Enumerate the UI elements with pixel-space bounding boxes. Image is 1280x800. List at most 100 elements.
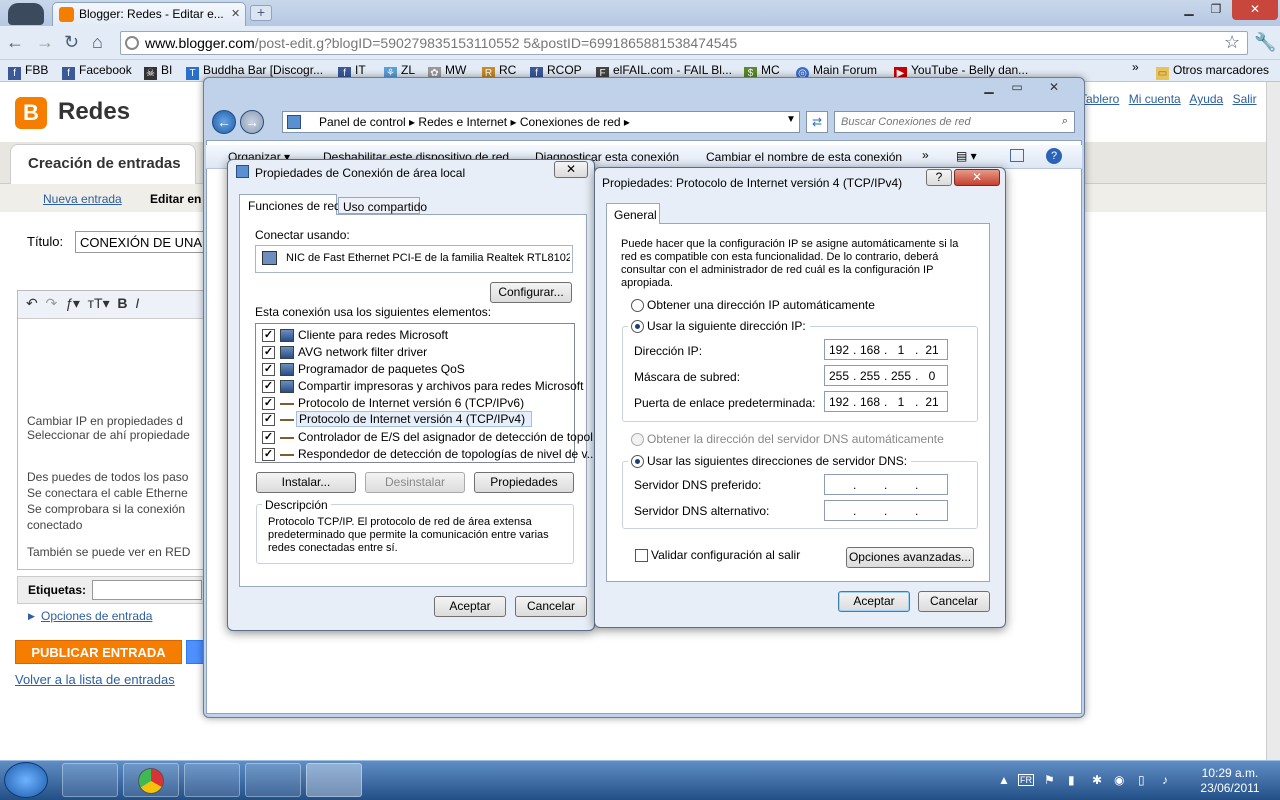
explorer-forward-icon[interactable]: → [240, 110, 264, 134]
list-item[interactable]: ✓ Compartir impresoras y archivos para re… [262, 379, 583, 395]
link-dashboard[interactable]: Tablero [1080, 92, 1119, 106]
security-icon[interactable]: ◉ [1114, 773, 1124, 787]
explorer-address-bar[interactable]: Panel de control ▸ Redes e Internet ▸ Co… [282, 111, 800, 133]
uninstall-button[interactable]: Desinstalar [365, 472, 465, 493]
new-tab-button[interactable]: + [250, 5, 272, 21]
ipv4-ok-button[interactable]: Aceptar [838, 591, 910, 612]
restore-button[interactable]: ❐ [1204, 0, 1228, 20]
taskbar-chrome-icon[interactable] [123, 763, 179, 797]
bookmark-fbb[interactable]: f FBB [8, 63, 48, 80]
explorer-search-input[interactable]: Buscar Conexiones de red ⌕ [834, 111, 1075, 133]
action-center-icon[interactable]: ⚑ [1044, 773, 1055, 787]
volume-icon[interactable]: ♪ [1162, 773, 1168, 787]
close-tab-icon[interactable]: ✕ [231, 7, 240, 20]
bold-icon[interactable]: B [117, 295, 127, 311]
list-item[interactable]: ✓ Respondedor de detección de topologías … [262, 447, 597, 463]
dns-preferred-field[interactable]: ... [824, 474, 948, 495]
install-button[interactable]: Instalar... [256, 472, 356, 493]
list-item[interactable]: ✓ AVG network filter driver [262, 345, 562, 361]
edit-entries-label[interactable]: Editar en [150, 192, 201, 206]
preview-pane-icon[interactable] [1010, 149, 1024, 162]
refresh-icon[interactable]: ⇄ [806, 111, 828, 133]
bookmark-bi[interactable]: ☠ BI [144, 63, 172, 80]
expand-arrow-icon[interactable]: ▶ [28, 611, 35, 622]
subnet-mask-field[interactable]: 255. 255. 255. 0 [824, 365, 948, 386]
back-to-list-link[interactable]: Volver a la lista de entradas [15, 672, 175, 687]
network-signal-icon[interactable]: ▮ [1068, 773, 1075, 787]
explorer-close-button[interactable]: ✕ [1032, 78, 1076, 98]
ipv4-cancel-button[interactable]: Cancelar [918, 591, 990, 612]
reload-icon[interactable]: ↻ [64, 32, 79, 53]
lan-close-button[interactable]: ✕ [554, 161, 588, 178]
auto-ip-label[interactable]: Obtener una dirección IP automáticamente [647, 298, 875, 312]
use-dns-radio[interactable] [631, 455, 644, 468]
auto-dns-radio[interactable] [631, 433, 644, 446]
item-checkbox[interactable]: ✓ [262, 329, 275, 342]
rename-command[interactable]: Cambiar el nombre de esta conexión [706, 150, 902, 164]
list-item[interactable]: ✓ Protocolo de Internet versión 6 (TCP/IP… [262, 396, 562, 412]
labels-input[interactable] [92, 580, 202, 600]
validate-checkbox[interactable] [635, 549, 648, 562]
lan-ok-button[interactable]: Aceptar [434, 596, 506, 617]
tab-general[interactable]: General [606, 203, 660, 224]
item-checkbox[interactable]: ✓ [262, 413, 275, 426]
item-checkbox[interactable]: ✓ [262, 397, 275, 410]
battery-icon[interactable]: ▯ [1138, 773, 1145, 787]
post-title-input[interactable]: CONEXIÓN DE UNA [75, 231, 205, 253]
use-ip-radio[interactable] [631, 320, 644, 333]
minimize-button[interactable]: ▁ [1176, 0, 1202, 20]
tab-post-creation[interactable]: Creación de entradas [10, 144, 196, 184]
ip-address-field[interactable]: 192. 168. 1. 21 [824, 339, 948, 360]
use-ip-label[interactable]: Usar la siguiente dirección IP: [647, 319, 810, 333]
auto-ip-radio[interactable] [631, 299, 644, 312]
show-hidden-icons[interactable]: ▲ [998, 773, 1010, 787]
help-icon[interactable]: ? [1046, 148, 1062, 164]
search-icon[interactable]: ⌕ [1062, 115, 1068, 128]
browser-tab[interactable]: Blogger: Redes - Editar e... ✕ [52, 2, 246, 26]
taskbar-control-panel-icon[interactable] [306, 763, 362, 797]
ipv4-help-button[interactable]: ? [926, 169, 952, 186]
list-item[interactable]: ✓ Cliente para redes Microsoft [262, 328, 562, 344]
tab-sharing[interactable]: Uso compartido [338, 197, 427, 214]
bookmark-star-icon[interactable]: ☆ [1224, 32, 1240, 53]
explorer-minimize-button[interactable]: ▁ [976, 78, 1002, 98]
system-clock[interactable]: 10:29 a.m. 23/06/2011 [1190, 766, 1270, 796]
page-scrollbar[interactable] [1266, 82, 1280, 760]
configure-button[interactable]: Configurar... [490, 282, 572, 303]
lan-cancel-button[interactable]: Cancelar [515, 596, 587, 617]
forward-icon[interactable]: → [36, 32, 54, 53]
list-item-selected[interactable]: ✓ Protocolo de Internet versión 4 (TCP/IP… [262, 411, 533, 429]
taskbar-paint-icon[interactable] [245, 763, 301, 797]
start-button[interactable] [4, 762, 48, 798]
home-icon[interactable]: ⌂ [92, 32, 103, 53]
bookmarks-more-icon[interactable]: » [1132, 60, 1139, 74]
back-icon[interactable]: ← [6, 32, 24, 53]
new-post-link[interactable]: Nueva entrada [43, 192, 122, 206]
address-bar[interactable]: www.blogger.com/post-edit.g?blogID=59027… [120, 31, 1248, 55]
list-item[interactable]: ✓ Programador de paquetes QoS [262, 362, 562, 378]
advanced-options-button[interactable]: Opciones avanzadas... [846, 547, 974, 568]
gateway-field[interactable]: 192. 168. 1. 21 [824, 391, 948, 412]
bookmark-other[interactable]: ▭ Otros marcadores [1156, 63, 1269, 80]
auto-dns-label[interactable]: Obtener la dirección del servidor DNS au… [647, 432, 944, 446]
explorer-maximize-button[interactable]: ▭ [1004, 78, 1030, 98]
language-indicator[interactable]: FR [1018, 774, 1034, 786]
validate-label[interactable]: Validar configuración al salir [651, 548, 800, 562]
dns-alternate-field[interactable]: ... [824, 500, 948, 521]
tab-network-functions[interactable]: Funciones de red [239, 194, 341, 215]
font-size-icon[interactable]: тT▾ [88, 295, 110, 311]
address-dropdown-icon[interactable]: ▼ [786, 114, 796, 125]
item-checkbox[interactable]: ✓ [262, 431, 275, 444]
redo-icon[interactable]: ↷ [46, 295, 58, 311]
font-icon[interactable]: ƒ▾ [65, 295, 80, 311]
taskbar-explorer-icon[interactable] [62, 763, 118, 797]
link-help[interactable]: Ayuda [1189, 92, 1223, 106]
item-checkbox[interactable]: ✓ [262, 363, 275, 376]
post-options-link[interactable]: Opciones de entrada [41, 609, 152, 623]
item-checkbox[interactable]: ✓ [262, 346, 275, 359]
explorer-back-icon[interactable]: ← [212, 110, 236, 134]
use-dns-label[interactable]: Usar las siguientes direcciones de servi… [647, 454, 912, 468]
bluetooth-icon[interactable]: ✱ [1092, 773, 1102, 787]
item-checkbox[interactable]: ✓ [262, 380, 275, 393]
link-my-account[interactable]: Mi cuenta [1129, 92, 1181, 106]
